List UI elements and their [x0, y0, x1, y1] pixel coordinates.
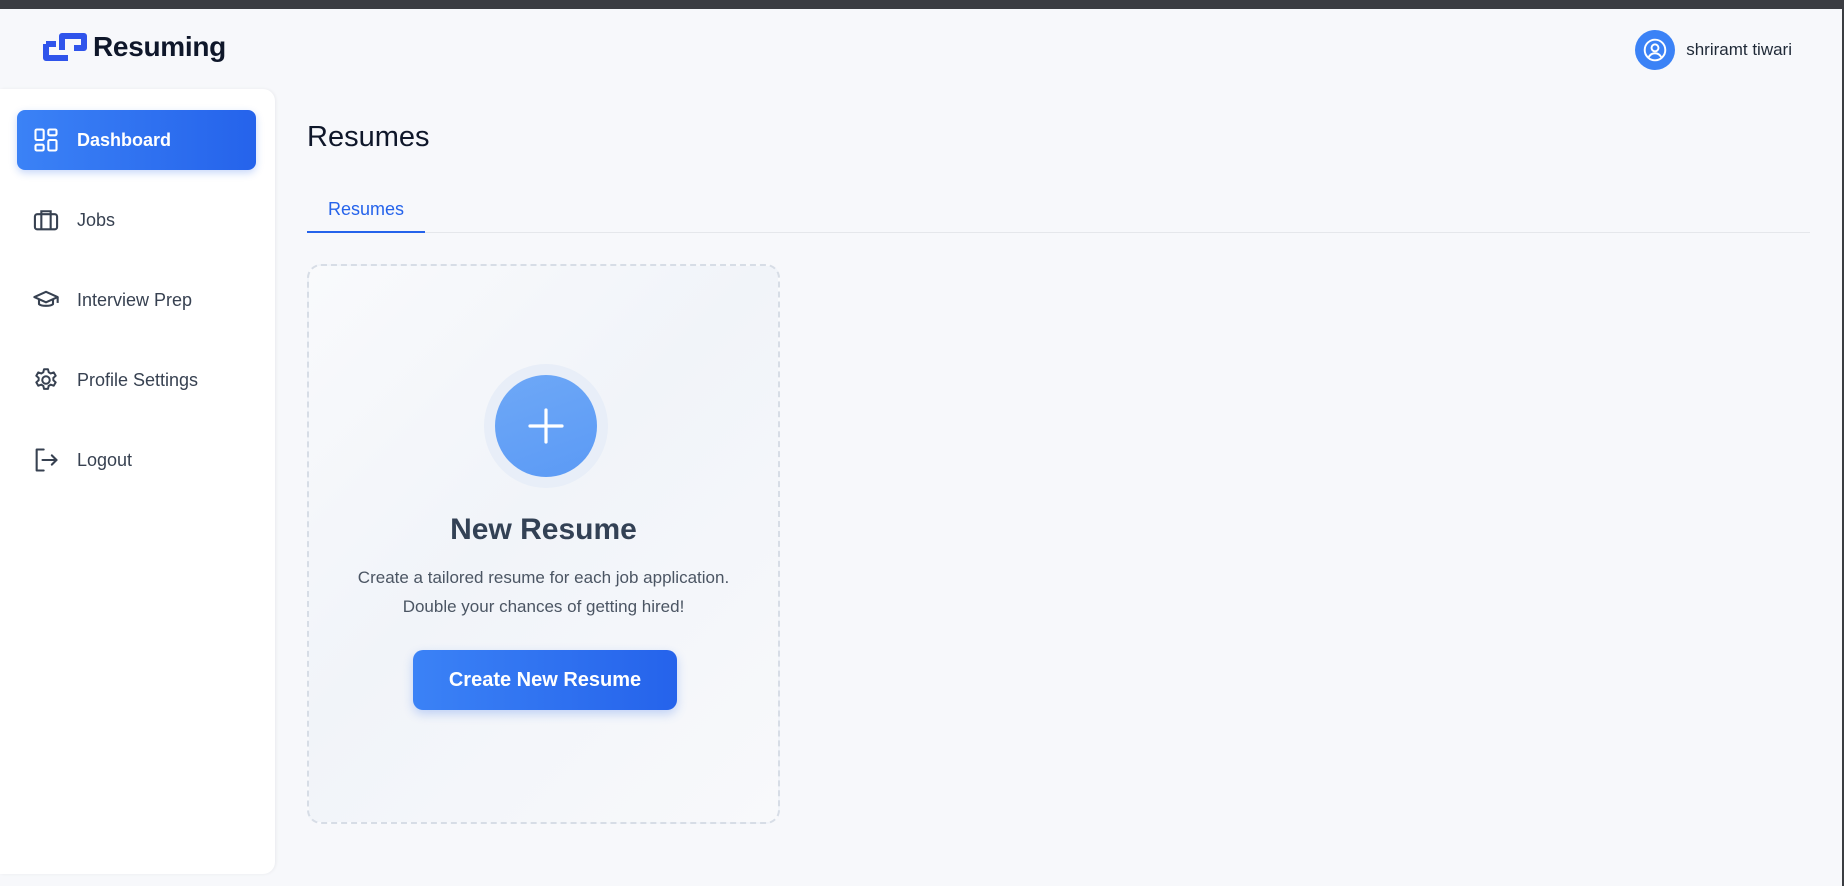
- sidebar-item-interview-prep[interactable]: Interview Prep: [17, 270, 256, 330]
- sidebar-item-profile-settings[interactable]: Profile Settings: [17, 350, 256, 410]
- card-title: New Resume: [450, 513, 637, 546]
- plus-icon: [528, 408, 564, 444]
- logo-icon: [43, 33, 87, 61]
- create-new-resume-button[interactable]: Create New Resume: [413, 650, 677, 710]
- sidebar-item-label: Interview Prep: [77, 289, 193, 310]
- sidebar-item-dashboard[interactable]: Dashboard: [17, 110, 256, 170]
- sidebar: Dashboard Jobs Interview Prep Profile Se…: [0, 89, 275, 874]
- logout-icon: [31, 445, 61, 475]
- app-name: Resuming: [93, 31, 226, 62]
- user-menu[interactable]: shriramt tiwari: [1635, 30, 1792, 70]
- graduation-cap-icon: [31, 285, 61, 315]
- sidebar-item-label: Jobs: [77, 209, 116, 230]
- gear-icon: [31, 365, 61, 395]
- sidebar-item-label: Profile Settings: [77, 369, 199, 390]
- card-description-line-1: Create a tailored resume for each job ap…: [357, 568, 730, 587]
- sidebar-item-logout[interactable]: Logout: [17, 430, 256, 490]
- dashboard-grid-icon: [31, 125, 61, 155]
- user-name[interactable]: shriramt tiwari: [1686, 40, 1792, 60]
- app-header: Resuming shriramt tiwari: [0, 9, 1842, 89]
- sidebar-item-label: Dashboard: [77, 129, 172, 150]
- user-avatar-icon[interactable]: [1635, 30, 1676, 70]
- tab-resumes[interactable]: Resumes: [307, 187, 425, 233]
- tab-bar: Resumes: [307, 187, 1810, 233]
- briefcase-icon: [31, 205, 61, 235]
- card-description-line-2: Double your chances of getting hired!: [402, 597, 685, 616]
- sidebar-item-label: Logout: [77, 449, 133, 470]
- new-resume-card[interactable]: New Resume Create a tailored resume for …: [307, 264, 780, 824]
- sidebar-item-jobs[interactable]: Jobs: [17, 190, 256, 250]
- add-resume-button[interactable]: [495, 375, 597, 477]
- app-logo[interactable]: Resuming: [42, 31, 226, 63]
- window-top-bar: [0, 0, 1844, 9]
- plus-icon-ring: [484, 364, 608, 488]
- page-title: Resumes: [307, 121, 430, 153]
